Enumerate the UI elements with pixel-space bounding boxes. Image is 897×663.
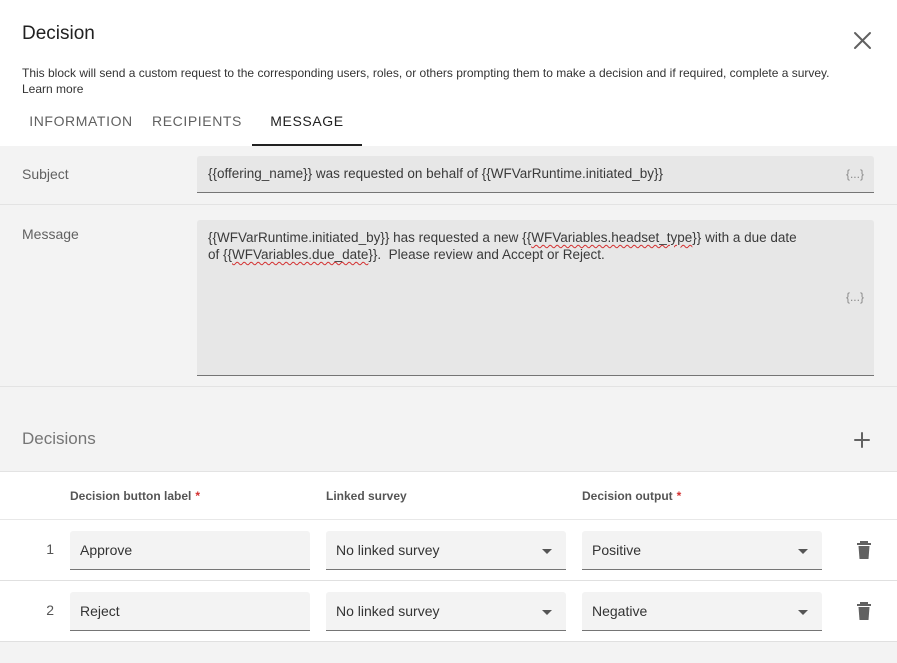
message-label: Message	[22, 226, 79, 242]
close-icon[interactable]	[849, 27, 876, 54]
dialog-description: This block will send a custom request to…	[22, 66, 830, 80]
message-field[interactable]: {{WFVarRuntime.initiated_by}} has reques…	[197, 220, 874, 376]
message-variable-due-date: WFVariables.due_date	[232, 247, 369, 262]
subject-variable-button[interactable]: {...}	[846, 167, 864, 181]
decisions-section-header: Decisions	[0, 387, 897, 472]
message-text-1: {{WFVarRuntime.initiated_by}} has reques…	[208, 230, 532, 245]
decision-label-value: Approve	[80, 542, 133, 558]
decision-output-value: Negative	[592, 603, 648, 619]
trash-icon[interactable]	[854, 600, 874, 622]
message-variable-button[interactable]: {...}	[846, 290, 864, 304]
linked-survey-value: No linked survey	[336, 542, 440, 558]
linked-survey-value: No linked survey	[336, 603, 440, 619]
linked-survey-select[interactable]: No linked survey	[326, 592, 566, 631]
column-header-linked-survey: Linked survey	[326, 489, 407, 503]
chevron-down-icon	[798, 549, 808, 554]
decision-label-input[interactable]: Reject	[70, 592, 310, 631]
column-header-decision-output-text: Decision output	[582, 489, 673, 503]
footer-area	[0, 642, 897, 663]
plus-icon[interactable]	[850, 428, 874, 452]
tab-information[interactable]: INFORMATION	[22, 100, 140, 146]
trash-icon[interactable]	[854, 539, 874, 561]
decision-label-value: Reject	[80, 603, 120, 619]
message-value: {{WFVarRuntime.initiated_by}} has reques…	[208, 229, 818, 263]
decisions-title: Decisions	[22, 429, 96, 448]
message-text-3: }}. Please review and Accept or Reject.	[368, 247, 605, 262]
linked-survey-select[interactable]: No linked survey	[326, 531, 566, 570]
learn-more-link[interactable]: Learn more	[22, 81, 83, 97]
message-variable-headset: WFVariables.headset_type	[531, 230, 693, 245]
decision-row: 2 Reject No linked survey Negative	[0, 581, 897, 642]
subject-row: Subject {{offering_name}} was requested …	[0, 146, 897, 205]
column-header-button-label-text: Decision button label	[70, 489, 192, 503]
chevron-down-icon	[798, 610, 808, 615]
required-mark: *	[195, 489, 201, 503]
chevron-down-icon	[542, 610, 552, 615]
decision-row: 1 Approve No linked survey Positive	[0, 520, 897, 581]
row-number: 1	[46, 541, 54, 557]
decision-label-input[interactable]: Approve	[70, 531, 310, 570]
tab-recipients[interactable]: RECIPIENTS	[147, 100, 247, 146]
chevron-down-icon	[542, 549, 552, 554]
decision-output-select[interactable]: Negative	[582, 592, 822, 631]
decision-output-value: Positive	[592, 542, 642, 558]
column-header-decision-output: Decision output *	[582, 489, 681, 503]
dialog-title: Decision	[22, 23, 95, 44]
required-mark: *	[676, 489, 682, 503]
subject-label: Subject	[22, 166, 69, 182]
subject-value: {{offering_name}} was requested on behal…	[208, 166, 664, 181]
dialog-header: Decision This block will send a custom r…	[0, 0, 897, 146]
decision-output-select[interactable]: Positive	[582, 531, 822, 570]
row-number: 2	[46, 602, 54, 618]
message-row: Message {{WFVarRuntime.initiated_by}} ha…	[0, 205, 897, 387]
subject-field[interactable]: {{offering_name}} was requested on behal…	[197, 156, 874, 193]
column-header-button-label: Decision button label *	[70, 489, 200, 503]
tab-message[interactable]: MESSAGE	[252, 100, 362, 146]
